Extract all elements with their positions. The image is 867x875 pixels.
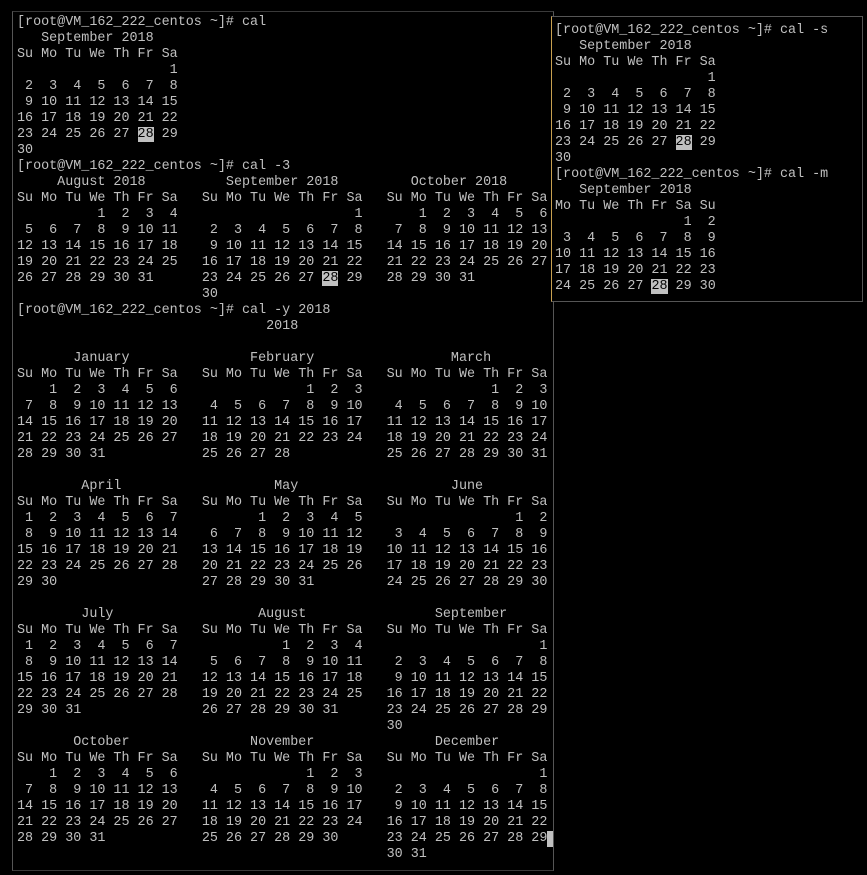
current-day-highlight: 28 bbox=[651, 279, 668, 294]
terminal-output-right[interactable]: [root@VM_162_222_centos ~]# cal -s Septe… bbox=[555, 23, 828, 295]
terminal-line: 21 22 23 24 25 26 27 18 19 20 21 22 23 2… bbox=[17, 815, 548, 830]
terminal-line: January February March bbox=[17, 351, 492, 366]
terminal-line: 8 9 10 11 12 13 14 5 6 7 8 9 10 11 2 3 4… bbox=[17, 655, 548, 670]
terminal-line: 19 20 21 22 23 24 25 16 17 18 19 20 21 2… bbox=[17, 255, 548, 270]
terminal-line: September 2018 bbox=[17, 31, 154, 46]
terminal-line: 22 23 24 25 26 27 28 20 21 22 23 24 25 2… bbox=[17, 559, 548, 574]
terminal-line: 8 9 10 11 12 13 14 6 7 8 9 10 11 12 3 4 … bbox=[17, 527, 548, 542]
terminal-line: 7 8 9 10 11 12 13 4 5 6 7 8 9 10 4 5 6 7… bbox=[17, 399, 548, 414]
current-day-highlight: 28 bbox=[137, 127, 154, 142]
terminal-line: 17 18 19 20 21 22 23 bbox=[555, 263, 716, 278]
terminal-line: 28 29 30 31 25 26 27 28 29 30 23 24 25 2… bbox=[17, 831, 553, 847]
terminal-line: 14 15 16 17 18 19 20 11 12 13 14 15 16 1… bbox=[17, 799, 548, 814]
terminal-line: 24 25 26 27 28 29 30 bbox=[555, 279, 716, 294]
terminal-line: 1 2 3 4 5 6 1 2 3 1 2 3 bbox=[17, 383, 548, 398]
terminal-line: 5 6 7 8 9 10 11 2 3 4 5 6 7 8 7 8 9 10 1… bbox=[17, 223, 548, 238]
terminal-output-left[interactable]: [root@VM_162_222_centos ~]# cal Septembe… bbox=[17, 15, 553, 863]
terminal-line: 30 bbox=[17, 719, 403, 734]
terminal-line: 30 bbox=[17, 287, 218, 302]
shell-prompt-line: [root@VM_162_222_centos ~]# cal -3 bbox=[17, 159, 291, 174]
terminal-line: 9 10 11 12 13 14 15 bbox=[17, 95, 178, 110]
terminal-line: Su Mo Tu We Th Fr Sa Su Mo Tu We Th Fr S… bbox=[17, 367, 548, 382]
terminal-line: Su Mo Tu We Th Fr Sa Su Mo Tu We Th Fr S… bbox=[17, 191, 548, 206]
terminal-line: 1 2 3 4 5 6 7 1 2 3 4 1 bbox=[17, 639, 548, 654]
terminal-line: 21 22 23 24 25 26 27 18 19 20 21 22 23 2… bbox=[17, 431, 548, 446]
terminal-line: 10 11 12 13 14 15 16 bbox=[555, 247, 716, 262]
terminal-line: 14 15 16 17 18 19 20 11 12 13 14 15 16 1… bbox=[17, 415, 548, 430]
terminal-line: 1 2 3 4 1 1 2 3 4 5 6 bbox=[17, 207, 548, 222]
shell-prompt-line: [root@VM_162_222_centos ~]# cal bbox=[17, 15, 267, 30]
terminal-line: 12 13 14 15 16 17 18 9 10 11 12 13 14 15… bbox=[17, 239, 548, 254]
terminal-line: 30 bbox=[555, 151, 572, 166]
terminal-line: Su Mo Tu We Th Fr Sa Su Mo Tu We Th Fr S… bbox=[17, 495, 548, 510]
terminal-line: 30 31 bbox=[17, 847, 427, 862]
terminal-line: 1 bbox=[17, 63, 178, 78]
terminal-line: 30 bbox=[17, 143, 34, 158]
terminal-line: 15 16 17 18 19 20 21 13 14 15 16 17 18 1… bbox=[17, 543, 548, 558]
current-day-highlight: 28 bbox=[322, 271, 339, 286]
terminal-line: Su Mo Tu We Th Fr Sa bbox=[555, 55, 716, 70]
terminal-line: 16 17 18 19 20 21 22 bbox=[555, 119, 716, 134]
terminal-line: October November December bbox=[17, 735, 500, 750]
terminal-line: April May June bbox=[17, 479, 484, 494]
terminal-line: Su Mo Tu We Th Fr Sa Su Mo Tu We Th Fr S… bbox=[17, 751, 548, 766]
terminal-line: September 2018 bbox=[555, 39, 692, 54]
terminal-line: 9 10 11 12 13 14 15 bbox=[555, 103, 716, 118]
terminal-cursor bbox=[547, 831, 553, 847]
terminal-line: 29 30 31 26 27 28 29 30 31 23 24 25 26 2… bbox=[17, 703, 548, 718]
terminal-window-right[interactable]: [root@VM_162_222_centos ~]# cal -s Septe… bbox=[551, 16, 863, 302]
terminal-line: 22 23 24 25 26 27 28 19 20 21 22 23 24 2… bbox=[17, 687, 548, 702]
shell-prompt-line: [root@VM_162_222_centos ~]# cal -s bbox=[555, 23, 829, 38]
terminal-line: 1 2 3 4 5 6 7 1 2 3 4 5 1 2 bbox=[17, 511, 548, 526]
terminal-line: Su Mo Tu We Th Fr Sa bbox=[17, 47, 178, 62]
shell-prompt-line: [root@VM_162_222_centos ~]# cal -m bbox=[555, 167, 829, 182]
terminal-line: 1 bbox=[555, 71, 716, 86]
current-day-highlight: 28 bbox=[675, 135, 692, 150]
terminal-line: 2 3 4 5 6 7 8 bbox=[555, 87, 716, 102]
terminal-line: Su Mo Tu We Th Fr Sa Su Mo Tu We Th Fr S… bbox=[17, 623, 548, 638]
terminal-line: Mo Tu We Th Fr Sa Su bbox=[555, 199, 716, 214]
terminal-line: 23 24 25 26 27 28 29 bbox=[17, 127, 178, 142]
terminal-line: 2 3 4 5 6 7 8 bbox=[17, 79, 178, 94]
terminal-line: 26 27 28 29 30 31 23 24 25 26 27 28 29 2… bbox=[17, 271, 476, 286]
terminal-line: July August September bbox=[17, 607, 508, 622]
terminal-line: 7 8 9 10 11 12 13 4 5 6 7 8 9 10 2 3 4 5… bbox=[17, 783, 548, 798]
terminal-window-left[interactable]: [root@VM_162_222_centos ~]# cal Septembe… bbox=[12, 11, 554, 871]
terminal-line: August 2018 September 2018 October 2018 bbox=[17, 175, 508, 190]
shell-prompt-line: [root@VM_162_222_centos ~]# cal -y 2018 bbox=[17, 303, 331, 318]
terminal-line: 28 29 30 31 25 26 27 28 25 26 27 28 29 3… bbox=[17, 447, 548, 462]
terminal-line: 16 17 18 19 20 21 22 bbox=[17, 111, 178, 126]
terminal-line: 2018 bbox=[17, 319, 299, 334]
terminal-line: 15 16 17 18 19 20 21 12 13 14 15 16 17 1… bbox=[17, 671, 548, 686]
terminal-line: 3 4 5 6 7 8 9 bbox=[555, 231, 716, 246]
terminal-line: 29 30 27 28 29 30 31 24 25 26 27 28 29 3… bbox=[17, 575, 548, 590]
terminal-line: September 2018 bbox=[555, 183, 692, 198]
terminal-line: 1 2 bbox=[555, 215, 716, 230]
terminal-line: 23 24 25 26 27 28 29 bbox=[555, 135, 716, 150]
terminal-line: 1 2 3 4 5 6 1 2 3 1 bbox=[17, 767, 548, 782]
